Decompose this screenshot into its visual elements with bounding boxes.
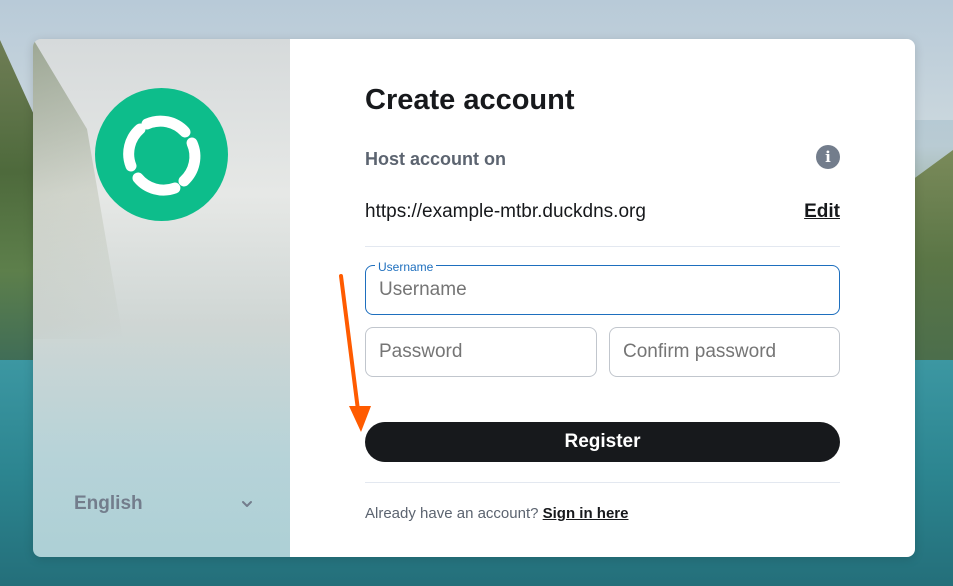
confirm-password-input[interactable] bbox=[609, 327, 840, 377]
info-icon[interactable]: i bbox=[816, 145, 840, 169]
divider bbox=[365, 246, 840, 247]
sidebar-panel: English bbox=[33, 39, 290, 557]
register-button[interactable]: Register bbox=[365, 422, 840, 462]
language-label: English bbox=[74, 493, 143, 514]
footer-text: Already have an account? bbox=[365, 505, 543, 522]
host-url: https://example-mtbr.duckdns.org bbox=[365, 201, 646, 222]
page-title: Create account bbox=[365, 84, 575, 116]
chevron-down-icon bbox=[242, 501, 252, 507]
username-legend: Username bbox=[375, 260, 437, 274]
form-panel: Create account Host account on i https:/… bbox=[290, 39, 915, 557]
edit-host-link[interactable]: Edit bbox=[804, 201, 840, 223]
language-selector[interactable]: English bbox=[74, 491, 254, 517]
signin-link[interactable]: Sign in here bbox=[543, 505, 629, 522]
signin-footer: Already have an account? Sign in here bbox=[365, 505, 628, 522]
divider bbox=[365, 482, 840, 483]
element-logo-icon bbox=[95, 88, 228, 221]
password-input[interactable] bbox=[365, 327, 597, 377]
registration-card: English Create account Host account on i… bbox=[33, 39, 915, 557]
host-label: Host account on bbox=[365, 149, 507, 169]
